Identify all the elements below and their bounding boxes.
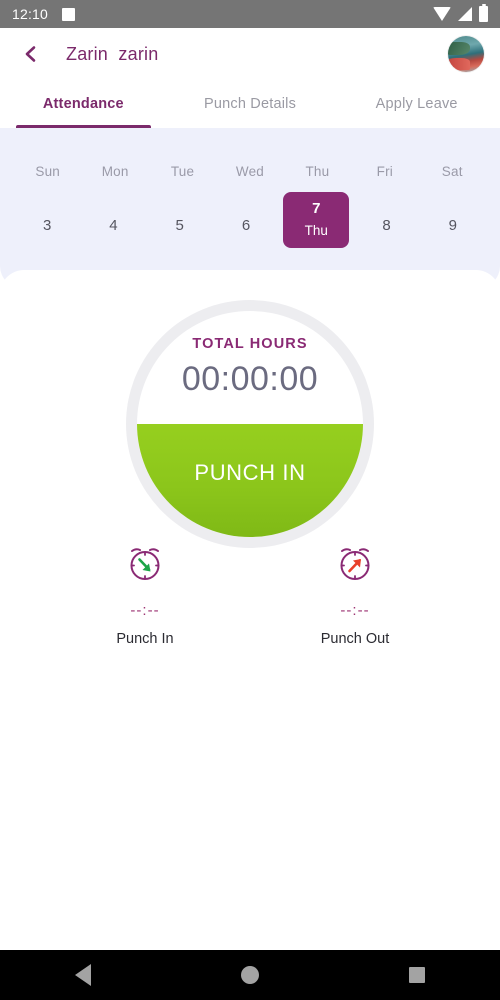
chevron-left-icon[interactable] xyxy=(16,39,46,69)
date-cell[interactable]: 5 Tue xyxy=(147,192,213,244)
punch-in-label: Punch In xyxy=(116,631,174,647)
punch-out-record[interactable]: --:-- Punch Out xyxy=(275,540,435,647)
weekday-label: Sun xyxy=(35,164,61,179)
date-number: 7 xyxy=(312,200,321,217)
weekday-label: Sat xyxy=(441,164,463,179)
tab-apply-leave[interactable]: Apply Leave xyxy=(333,80,500,128)
date-number: 6 xyxy=(241,216,251,234)
status-bar-time: 12:10 xyxy=(12,6,49,22)
total-hours-label: TOTAL HOURS xyxy=(192,336,308,352)
nav-recents-icon[interactable] xyxy=(387,955,447,995)
date-number: 4 xyxy=(109,216,118,234)
nav-back-icon[interactable] xyxy=(53,955,113,995)
calendar-weekday-row: Sun Mon Tue Wed Thu Fri Sat xyxy=(0,164,500,179)
calendar-strip: Sun Mon Tue Wed Thu Fri Sat 3 Sun 4 Mon … xyxy=(0,128,500,288)
weekday-label: Wed xyxy=(235,164,265,179)
tab-punch-details[interactable]: Punch Details xyxy=(167,80,334,128)
date-cell[interactable]: 8 Fri xyxy=(353,192,419,244)
date-number: 9 xyxy=(448,216,457,234)
punch-out-time: --:-- xyxy=(340,602,370,619)
date-number: 5 xyxy=(175,216,184,234)
date-cell[interactable]: 6 Wed xyxy=(213,192,279,244)
app-bar: Zarin zarin xyxy=(0,28,500,80)
weekday-label: Fri xyxy=(376,164,393,179)
android-nav-bar xyxy=(0,950,500,1000)
alarm-clock-arrow-in-icon xyxy=(121,540,169,588)
wifi-icon xyxy=(433,7,451,21)
dial-top-half: TOTAL HOURS 00:00:00 xyxy=(137,311,363,424)
calendar-date-row: 3 Sun 4 Mon 5 Tue 6 Wed 7 Thu xyxy=(0,192,500,248)
date-cell[interactable]: 4 Mon xyxy=(80,192,146,244)
notification-square-icon xyxy=(62,7,76,21)
alarm-clock-arrow-out-icon xyxy=(331,540,379,588)
date-cell[interactable]: 3 Sun xyxy=(14,192,80,244)
punch-records: --:-- Punch In --:-- Punch Out xyxy=(0,540,500,647)
app-screen: 12:10 Zarin zarin Attendance Punch Detai… xyxy=(0,0,500,1000)
date-number: 3 xyxy=(42,216,52,234)
punch-in-time: --:-- xyxy=(130,602,160,619)
total-hours-value: 00:00:00 xyxy=(181,360,319,398)
dial-face: TOTAL HOURS 00:00:00 PUNCH IN xyxy=(137,311,363,537)
signal-icon xyxy=(458,7,472,21)
punch-in-button[interactable]: PUNCH IN xyxy=(137,424,363,537)
nav-home-icon[interactable] xyxy=(220,955,280,995)
date-cell[interactable]: 9 Sat xyxy=(420,192,486,244)
punch-in-record[interactable]: --:-- Punch In xyxy=(65,540,225,647)
punch-out-label: Punch Out xyxy=(320,631,390,647)
avatar[interactable] xyxy=(448,36,484,72)
status-bar-icons xyxy=(433,4,488,22)
status-bar: 12:10 xyxy=(0,0,500,28)
punch-dial: TOTAL HOURS 00:00:00 PUNCH IN xyxy=(126,300,374,548)
battery-icon xyxy=(479,4,488,22)
page-title: Zarin zarin xyxy=(66,43,159,64)
date-cell-selected[interactable]: 7 Thu xyxy=(283,192,350,248)
tab-bar: Attendance Punch Details Apply Leave xyxy=(0,80,500,128)
punch-in-button-label: PUNCH IN xyxy=(194,459,306,485)
date-number: 8 xyxy=(382,216,391,234)
weekday-label: Tue xyxy=(170,164,195,179)
date-weekday: Thu xyxy=(304,223,328,238)
weekday-label: Mon xyxy=(101,164,129,179)
tab-attendance[interactable]: Attendance xyxy=(0,80,167,128)
weekday-label: Thu xyxy=(305,164,330,179)
